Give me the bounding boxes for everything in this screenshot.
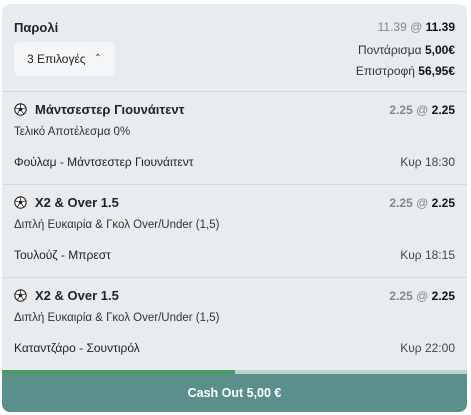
parlay-title: Παρολί (14, 20, 59, 35)
bet-market: Διπλή Ευκαιρία & Γκολ Over/Under (1,5) (14, 312, 220, 324)
bet-item[interactable]: X2 & Over 1.5 2.25 @ 2.25 Διπλή Ευκαιρία… (2, 278, 467, 370)
bet-title: X2 & Over 1.5 (35, 195, 119, 210)
bet-match: Τουλούζ - Μπρεστ (14, 248, 111, 262)
bet-time: Κυρ 18:15 (400, 248, 455, 262)
bet-odds: 2.25 @ 2.25 (389, 289, 455, 303)
bet-odds-old: 2.25 (389, 289, 413, 303)
soccer-ball-icon (14, 103, 27, 116)
bet-match: Καταντζάρο - Σουντιρόλ (14, 341, 140, 355)
total-odds-new: 11.39 (425, 20, 455, 34)
bet-title: X2 & Over 1.5 (35, 288, 119, 303)
bet-odds-old: 2.25 (389, 196, 413, 210)
odds-separator: @ (412, 289, 432, 303)
stake-line: Ποντάρισμα 5,00€ (358, 43, 455, 57)
odds-separator: @ (406, 20, 426, 34)
bet-odds-new: 2.25 (431, 196, 455, 210)
bet-odds-new: 2.25 (431, 289, 455, 303)
total-odds: 11.39 @ 11.39 (378, 20, 455, 34)
stake-label: Ποντάρισμα (358, 43, 422, 57)
return-label: Επιστροφή (355, 64, 415, 78)
parlay-summary: Παρολί 3 Επιλογές ⌃ 11.39 @ 11.39 Ποντάρ… (2, 4, 467, 92)
cash-out-button[interactable]: Cash Out 5,00 € (2, 374, 467, 412)
return-value: 56,95€ (418, 64, 455, 78)
chevron-up-icon: ⌃ (93, 53, 102, 64)
cash-out-label: Cash Out 5,00 € (187, 386, 282, 400)
bet-market: Τελικό Αποτέλεσμα 0% (14, 126, 131, 138)
bet-time: Κυρ 22:00 (400, 341, 455, 355)
total-odds-old: 11.39 (377, 20, 407, 34)
bet-odds-old: 2.25 (389, 103, 413, 117)
betslip-card: Παρολί 3 Επιλογές ⌃ 11.39 @ 11.39 Ποντάρ… (2, 4, 467, 412)
bet-market: Διπλή Ευκαιρία & Γκολ Over/Under (1,5) (14, 219, 220, 231)
bet-title: Μάντσεστερ Γιουνάιτεντ (35, 102, 185, 117)
selections-label: 3 Επιλογές (27, 52, 86, 66)
soccer-ball-icon (14, 289, 27, 302)
return-line: Επιστροφή 56,95€ (356, 64, 455, 78)
selections-toggle-button[interactable]: 3 Επιλογές ⌃ (14, 42, 115, 76)
bet-item[interactable]: Μάντσεστερ Γιουνάιτεντ 2.25 @ 2.25 Τελικ… (2, 92, 467, 185)
bet-odds: 2.25 @ 2.25 (389, 103, 455, 117)
bet-odds: 2.25 @ 2.25 (389, 196, 455, 210)
odds-separator: @ (412, 196, 432, 210)
stake-value: 5,00€ (424, 43, 455, 57)
bet-match: Φούλαμ - Μάντσεστερ Γιουνάιτεντ (14, 155, 194, 169)
bet-odds-new: 2.25 (431, 103, 455, 117)
odds-separator: @ (412, 103, 432, 117)
bet-time: Κυρ 18:30 (400, 155, 455, 169)
bet-item[interactable]: X2 & Over 1.5 2.25 @ 2.25 Διπλή Ευκαιρία… (2, 185, 467, 278)
soccer-ball-icon (14, 196, 27, 209)
